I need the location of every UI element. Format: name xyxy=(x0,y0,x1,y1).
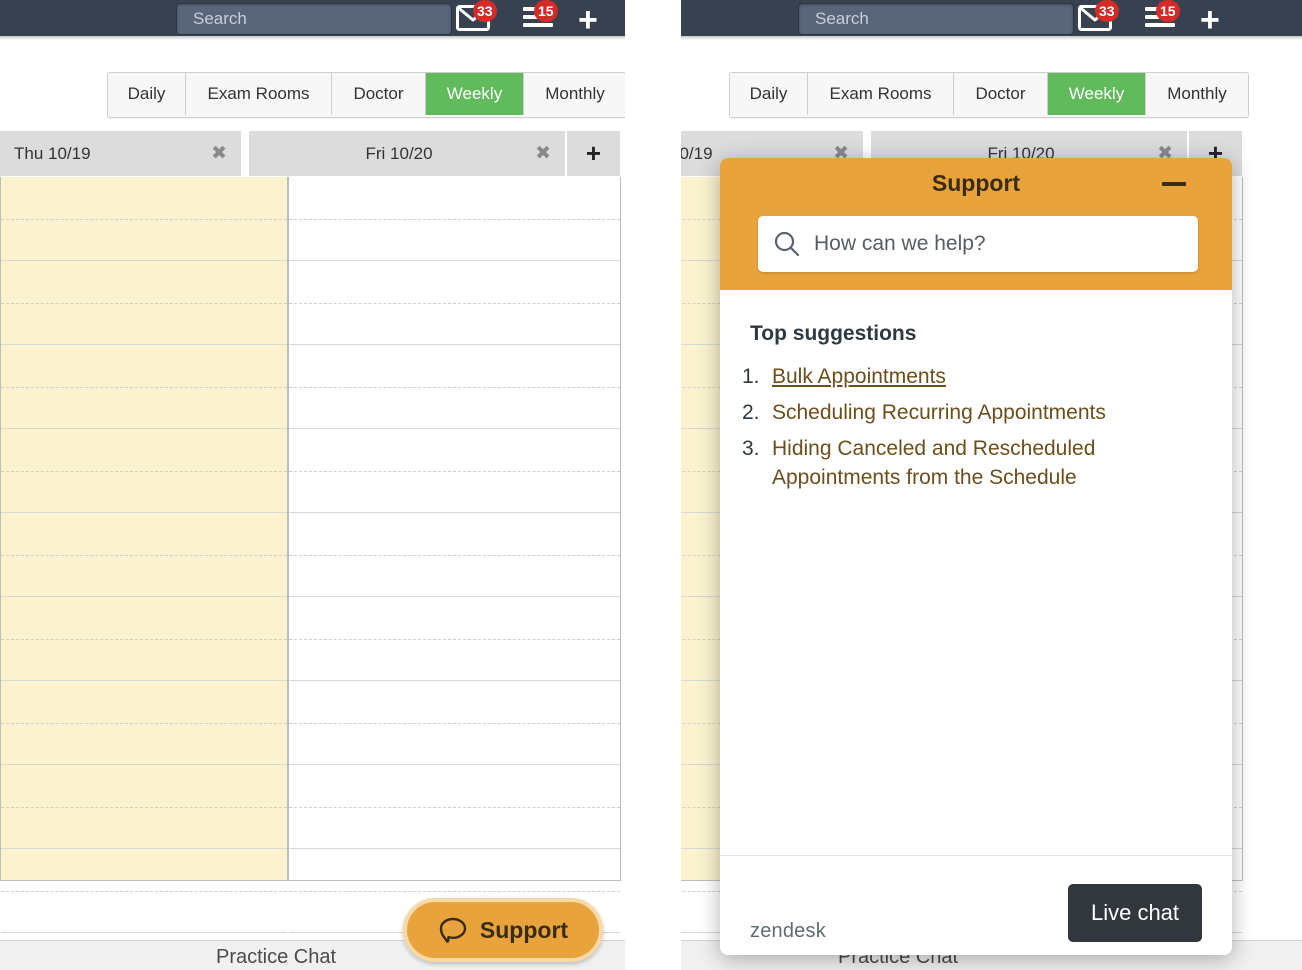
tab-weekly[interactable]: Weekly xyxy=(1048,73,1146,115)
add-day-column-button[interactable]: + xyxy=(567,131,620,176)
left-screenshot-panel: Search 33 15 + Daily Exam Rooms Doctor Weekly Mo… xyxy=(0,0,625,970)
day-label: Fri 10/20 xyxy=(365,143,433,163)
day-column-header-fri[interactable]: Fri 10/20 ✖ xyxy=(249,131,565,176)
mail-badge: 33 xyxy=(473,0,497,22)
tab-doctor[interactable]: Doctor xyxy=(332,73,426,115)
calendar-column-thu[interactable] xyxy=(0,177,288,933)
half-hour-row[interactable] xyxy=(289,513,620,597)
zendesk-brand-logo: zendesk xyxy=(750,920,826,942)
half-hour-row[interactable] xyxy=(289,261,620,345)
tab-monthly[interactable]: Monthly xyxy=(524,73,625,115)
day-label: Thu 10/19 xyxy=(681,143,713,163)
topbar-shadow xyxy=(0,36,625,40)
widget-title: Support xyxy=(931,170,1021,196)
chat-bubble-icon xyxy=(438,915,468,945)
menu-badge: 15 xyxy=(1156,0,1180,22)
mail-badge: 33 xyxy=(1095,0,1119,22)
suggestion-link[interactable]: Hiding Canceled and Rescheduled Appointm… xyxy=(772,434,1192,492)
half-hour-row[interactable] xyxy=(289,177,620,261)
suggestion-number: 3. xyxy=(742,437,760,460)
suggestion-link[interactable]: Bulk Appointments xyxy=(772,362,946,391)
support-launcher-label: Support xyxy=(479,916,569,943)
menu-badge: 15 xyxy=(534,0,558,22)
tab-exam-rooms[interactable]: Exam Rooms xyxy=(186,73,332,115)
search-icon xyxy=(772,229,802,259)
day-column-header-thu[interactable]: Thu 10/19 ✖ xyxy=(0,131,241,176)
top-suggestions-heading: Top suggestions xyxy=(750,322,917,345)
half-hour-row[interactable] xyxy=(1,765,287,849)
zendesk-support-widget: Support How can we help? Top suggestions 1.… xyxy=(720,158,1232,955)
suggestion-number: 1. xyxy=(742,365,760,388)
half-hour-row[interactable] xyxy=(289,597,620,681)
day-label: Thu 10/19 xyxy=(14,143,91,163)
live-chat-button[interactable]: Live chat xyxy=(1068,884,1202,942)
widget-header: Support How can we help? xyxy=(720,158,1232,290)
tab-exam-rooms[interactable]: Exam Rooms xyxy=(808,73,954,115)
global-search-placeholder: Search xyxy=(815,9,869,28)
right-screenshot-panel: Search 33 15 + Daily Exam Rooms Doctor Weekly Mo… xyxy=(681,0,1302,970)
schedule-view-tabs: Daily Exam Rooms Doctor Weekly Monthly xyxy=(107,72,625,118)
tab-monthly[interactable]: Monthly xyxy=(1146,73,1248,115)
add-new-icon[interactable]: + xyxy=(578,3,598,37)
suggestion-number: 2. xyxy=(742,401,760,424)
half-hour-row[interactable] xyxy=(1,597,287,681)
support-launcher-button[interactable]: Support xyxy=(403,898,603,962)
tab-doctor[interactable]: Doctor xyxy=(954,73,1048,115)
tab-daily[interactable]: Daily xyxy=(730,73,808,115)
suggestion-item[interactable]: 1. Bulk Appointments xyxy=(742,362,1192,391)
half-hour-row[interactable] xyxy=(1,345,287,429)
close-icon[interactable]: ✖ xyxy=(535,142,551,165)
half-hour-row[interactable] xyxy=(1,429,287,513)
tab-weekly[interactable]: Weekly xyxy=(426,73,524,115)
minimize-icon[interactable] xyxy=(1162,182,1186,186)
global-search-field[interactable]: Search xyxy=(176,3,452,35)
grid-bottom-border xyxy=(0,880,621,881)
half-hour-row[interactable] xyxy=(289,345,620,429)
half-hour-row[interactable] xyxy=(1,849,287,933)
add-new-icon[interactable]: + xyxy=(1200,3,1220,37)
suggestions-list: 1. Bulk Appointments 2. Scheduling Recurrin… xyxy=(742,362,1192,499)
widget-search-placeholder: How can we help? xyxy=(814,232,986,255)
global-search-placeholder: Search xyxy=(193,9,247,28)
half-hour-row[interactable] xyxy=(289,681,620,765)
suggestion-link[interactable]: Scheduling Recurring Appointments xyxy=(772,398,1106,427)
close-icon[interactable]: ✖ xyxy=(211,142,227,165)
half-hour-row[interactable] xyxy=(1,513,287,597)
suggestion-item[interactable]: 2. Scheduling Recurring Appointments xyxy=(742,398,1192,427)
half-hour-row[interactable] xyxy=(289,765,620,849)
widget-search-field[interactable]: How can we help? xyxy=(758,216,1198,272)
screenshot-root: Search 33 15 + Daily Exam Rooms Doctor Weekly Mo… xyxy=(0,0,1302,970)
global-search-field[interactable]: Search xyxy=(798,3,1074,35)
practice-chat-label[interactable]: Practice Chat xyxy=(216,946,336,969)
half-hour-row[interactable] xyxy=(1,681,287,765)
half-hour-row[interactable] xyxy=(1,177,287,261)
half-hour-row[interactable] xyxy=(1,261,287,345)
tab-daily[interactable]: Daily xyxy=(108,73,186,115)
widget-footer-divider xyxy=(720,855,1232,856)
schedule-view-tabs: Daily Exam Rooms Doctor Weekly Monthly xyxy=(729,72,1249,118)
calendar-column-fri[interactable] xyxy=(288,177,621,933)
half-hour-row[interactable] xyxy=(289,429,620,513)
widget-body: Top suggestions 1. Bulk Appointments 2. Sche… xyxy=(720,290,1232,855)
suggestion-item[interactable]: 3. Hiding Canceled and Rescheduled Appoin… xyxy=(742,434,1192,492)
